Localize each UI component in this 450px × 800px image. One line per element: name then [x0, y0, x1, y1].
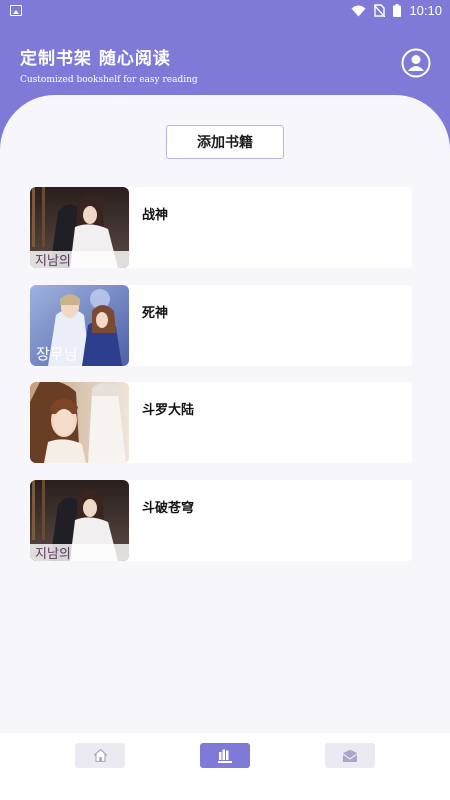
book-title: 死神 [142, 305, 169, 321]
book-list: 지남의 战神 장무님 死神 斗罗大陆 지남의 斗破苍穹 [30, 187, 412, 577]
cover-text: 지남의 [35, 547, 71, 561]
add-book-button[interactable]: 添加书籍 [166, 125, 284, 159]
book-item[interactable]: 斗罗大陆 [30, 382, 412, 463]
book-item[interactable]: 장무님 死神 [30, 284, 412, 366]
page-subtitle: Customized bookshelf for easy reading [20, 75, 198, 85]
book-cover: 지남의 [30, 479, 129, 561]
wifi-icon [351, 5, 366, 16]
status-bar: 10:10 [0, 0, 450, 22]
book-cover: 지남의 [30, 187, 129, 268]
bottom-nav [0, 733, 450, 800]
nav-bookshelf-button[interactable] [200, 743, 250, 768]
mail-icon [342, 749, 358, 762]
book-title: 战神 [142, 208, 169, 223]
book-title: 斗破苍穹 [142, 500, 195, 516]
cover-text: 장무님 [36, 345, 77, 363]
nav-home-button[interactable] [75, 743, 125, 768]
title-block: 定制书架 随心阅读 Customized bookshelf for easy … [20, 44, 198, 85]
home-icon [93, 749, 107, 762]
profile-button[interactable] [401, 48, 431, 78]
cover-text: 지남의 [35, 254, 71, 268]
bookshelf-icon [218, 749, 232, 763]
book-item[interactable]: 지남의 斗破苍穹 [30, 479, 412, 561]
book-cover [30, 382, 129, 463]
user-icon [401, 48, 431, 78]
book-item[interactable]: 지남의 战神 [30, 187, 412, 268]
gallery-notification-icon [10, 5, 22, 16]
book-title: 斗罗大陆 [142, 403, 195, 418]
no-sim-icon [374, 4, 386, 17]
page-title: 定制书架 随心阅读 [20, 49, 171, 69]
battery-icon [393, 4, 402, 17]
clock: 10:10 [409, 3, 442, 18]
nav-messages-button[interactable] [325, 743, 375, 768]
book-cover: 장무님 [30, 284, 129, 366]
